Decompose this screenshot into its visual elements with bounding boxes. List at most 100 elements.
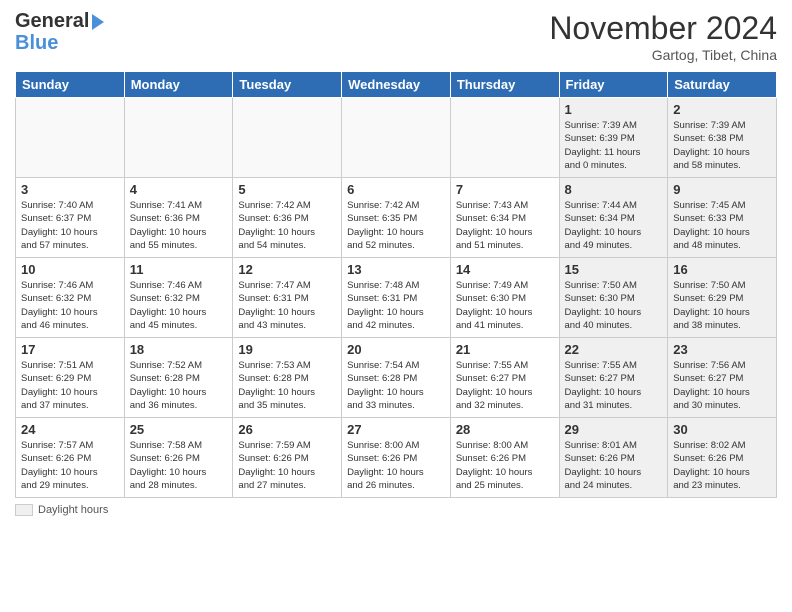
day-info: Sunrise: 7:53 AM Sunset: 6:28 PM Dayligh… <box>238 359 336 412</box>
day-number: 5 <box>238 182 336 197</box>
calendar-cell: 14 Sunrise: 7:49 AM Sunset: 6:30 PM Dayli… <box>450 258 559 338</box>
day-info: Sunrise: 7:50 AM Sunset: 6:30 PM Dayligh… <box>565 279 663 332</box>
calendar-cell: 25 Sunrise: 7:58 AM Sunset: 6:26 PM Dayli… <box>124 418 233 498</box>
logo-text-general: General <box>15 10 89 32</box>
day-number: 4 <box>130 182 228 197</box>
day-info: Sunrise: 7:56 AM Sunset: 6:27 PM Dayligh… <box>673 359 771 412</box>
day-number: 9 <box>673 182 771 197</box>
calendar-cell: 28Sunrise: 8:00 AM Sunset: 6:26 PM Dayli… <box>450 418 559 498</box>
calendar-cell: 2Sunrise: 7:39 AM Sunset: 6:38 PM Daylig… <box>668 98 777 178</box>
day-info: Sunrise: 7:40 AM Sunset: 6:37 PM Dayligh… <box>21 199 119 252</box>
day-info: Sunrise: 8:02 AM Sunset: 6:26 PM Dayligh… <box>673 439 771 492</box>
calendar-cell: 9 Sunrise: 7:45 AM Sunset: 6:33 PM Daylig… <box>668 178 777 258</box>
day-number: 10 <box>21 262 119 277</box>
day-number: 7 <box>456 182 554 197</box>
day-number: 20 <box>347 342 445 357</box>
calendar-cell: 11 Sunrise: 7:46 AM Sunset: 6:32 PM Dayli… <box>124 258 233 338</box>
logo: General Blue <box>15 10 104 54</box>
day-info: Sunrise: 7:48 AM Sunset: 6:31 PM Dayligh… <box>347 279 445 332</box>
calendar-cell: 27Sunrise: 8:00 AM Sunset: 6:26 PM Dayli… <box>342 418 451 498</box>
day-info: Sunrise: 7:45 AM Sunset: 6:33 PM Dayligh… <box>673 199 771 252</box>
calendar-cell: 4 Sunrise: 7:41 AM Sunset: 6:36 PM Daylig… <box>124 178 233 258</box>
calendar-cell: 1 Sunrise: 7:39 AM Sunset: 6:39 PM Daylig… <box>559 98 668 178</box>
day-number: 3 <box>21 182 119 197</box>
day-info: Sunrise: 7:42 AM Sunset: 6:35 PM Dayligh… <box>347 199 445 252</box>
day-info: Sunrise: 7:50 AM Sunset: 6:29 PM Dayligh… <box>673 279 771 332</box>
calendar-cell: 5 Sunrise: 7:42 AM Sunset: 6:36 PM Daylig… <box>233 178 342 258</box>
calendar-cell: 7 Sunrise: 7:43 AM Sunset: 6:34 PM Daylig… <box>450 178 559 258</box>
month-title: November 2024 <box>549 10 777 47</box>
day-number: 28 <box>456 422 554 437</box>
day-info: Sunrise: 8:01 AM Sunset: 6:26 PM Dayligh… <box>565 439 663 492</box>
day-info: Sunrise: 7:49 AM Sunset: 6:30 PM Dayligh… <box>456 279 554 332</box>
day-info: Sunrise: 7:59 AM Sunset: 6:26 PM Dayligh… <box>238 439 336 492</box>
day-number: 14 <box>456 262 554 277</box>
day-info: Sunrise: 7:57 AM Sunset: 6:26 PM Dayligh… <box>21 439 119 492</box>
day-number: 13 <box>347 262 445 277</box>
day-header-tuesday: Tuesday <box>233 72 342 98</box>
day-info: Sunrise: 7:54 AM Sunset: 6:28 PM Dayligh… <box>347 359 445 412</box>
day-info: Sunrise: 7:55 AM Sunset: 6:27 PM Dayligh… <box>565 359 663 412</box>
day-info: Sunrise: 7:44 AM Sunset: 6:34 PM Dayligh… <box>565 199 663 252</box>
day-number: 24 <box>21 422 119 437</box>
day-header-monday: Monday <box>124 72 233 98</box>
day-number: 8 <box>565 182 663 197</box>
day-info: Sunrise: 7:43 AM Sunset: 6:34 PM Dayligh… <box>456 199 554 252</box>
calendar-cell: 6 Sunrise: 7:42 AM Sunset: 6:35 PM Daylig… <box>342 178 451 258</box>
day-info: Sunrise: 7:46 AM Sunset: 6:32 PM Dayligh… <box>130 279 228 332</box>
day-info: Sunrise: 7:58 AM Sunset: 6:26 PM Dayligh… <box>130 439 228 492</box>
day-info: Sunrise: 7:39 AM Sunset: 6:39 PM Dayligh… <box>565 119 663 172</box>
day-number: 16 <box>673 262 771 277</box>
calendar-cell: 19 Sunrise: 7:53 AM Sunset: 6:28 PM Dayli… <box>233 338 342 418</box>
calendar-cell: 21Sunrise: 7:55 AM Sunset: 6:27 PM Dayli… <box>450 338 559 418</box>
calendar-cell: 29 Sunrise: 8:01 AM Sunset: 6:26 PM Dayli… <box>559 418 668 498</box>
calendar-cell: 26 Sunrise: 7:59 AM Sunset: 6:26 PM Dayli… <box>233 418 342 498</box>
calendar-cell: 12 Sunrise: 7:47 AM Sunset: 6:31 PM Dayli… <box>233 258 342 338</box>
day-number: 18 <box>130 342 228 357</box>
calendar-cell: 18 Sunrise: 7:52 AM Sunset: 6:28 PM Dayli… <box>124 338 233 418</box>
legend-shaded-box <box>15 504 33 516</box>
calendar-cell: 10 Sunrise: 7:46 AM Sunset: 6:32 PM Dayli… <box>16 258 125 338</box>
day-number: 17 <box>21 342 119 357</box>
day-number: 2 <box>673 102 771 117</box>
day-header-friday: Friday <box>559 72 668 98</box>
calendar-cell: 13 Sunrise: 7:48 AM Sunset: 6:31 PM Dayli… <box>342 258 451 338</box>
day-number: 19 <box>238 342 336 357</box>
day-number: 1 <box>565 102 663 117</box>
day-header-thursday: Thursday <box>450 72 559 98</box>
day-info: Sunrise: 7:41 AM Sunset: 6:36 PM Dayligh… <box>130 199 228 252</box>
calendar-cell <box>342 98 451 178</box>
day-number: 29 <box>565 422 663 437</box>
legend: Daylight hours <box>15 504 777 516</box>
day-number: 11 <box>130 262 228 277</box>
logo-text-blue: Blue <box>15 32 104 54</box>
day-number: 12 <box>238 262 336 277</box>
day-number: 23 <box>673 342 771 357</box>
calendar-cell: 22 Sunrise: 7:55 AM Sunset: 6:27 PM Dayli… <box>559 338 668 418</box>
day-number: 22 <box>565 342 663 357</box>
legend-label: Daylight hours <box>38 504 108 516</box>
day-info: Sunrise: 7:47 AM Sunset: 6:31 PM Dayligh… <box>238 279 336 332</box>
calendar-cell: 16 Sunrise: 7:50 AM Sunset: 6:29 PM Dayli… <box>668 258 777 338</box>
calendar-cell: 24 Sunrise: 7:57 AM Sunset: 6:26 PM Dayli… <box>16 418 125 498</box>
title-block: November 2024 Gartog, Tibet, China <box>549 10 777 63</box>
day-header-sunday: Sunday <box>16 72 125 98</box>
day-header-wednesday: Wednesday <box>342 72 451 98</box>
calendar-cell <box>16 98 125 178</box>
calendar-table: SundayMondayTuesdayWednesdayThursdayFrid… <box>15 71 777 498</box>
day-number: 30 <box>673 422 771 437</box>
day-info: Sunrise: 7:42 AM Sunset: 6:36 PM Dayligh… <box>238 199 336 252</box>
day-info: Sunrise: 7:46 AM Sunset: 6:32 PM Dayligh… <box>21 279 119 332</box>
day-info: Sunrise: 7:51 AM Sunset: 6:29 PM Dayligh… <box>21 359 119 412</box>
day-info: Sunrise: 8:00 AM Sunset: 6:26 PM Dayligh… <box>347 439 445 492</box>
calendar-cell <box>124 98 233 178</box>
calendar-cell <box>233 98 342 178</box>
day-number: 21 <box>456 342 554 357</box>
day-number: 25 <box>130 422 228 437</box>
calendar-cell: 3 Sunrise: 7:40 AM Sunset: 6:37 PM Daylig… <box>16 178 125 258</box>
day-number: 26 <box>238 422 336 437</box>
calendar-cell: 30 Sunrise: 8:02 AM Sunset: 6:26 PM Dayli… <box>668 418 777 498</box>
day-number: 6 <box>347 182 445 197</box>
calendar-cell: 20 Sunrise: 7:54 AM Sunset: 6:28 PM Dayli… <box>342 338 451 418</box>
day-info: Sunrise: 7:52 AM Sunset: 6:28 PM Dayligh… <box>130 359 228 412</box>
